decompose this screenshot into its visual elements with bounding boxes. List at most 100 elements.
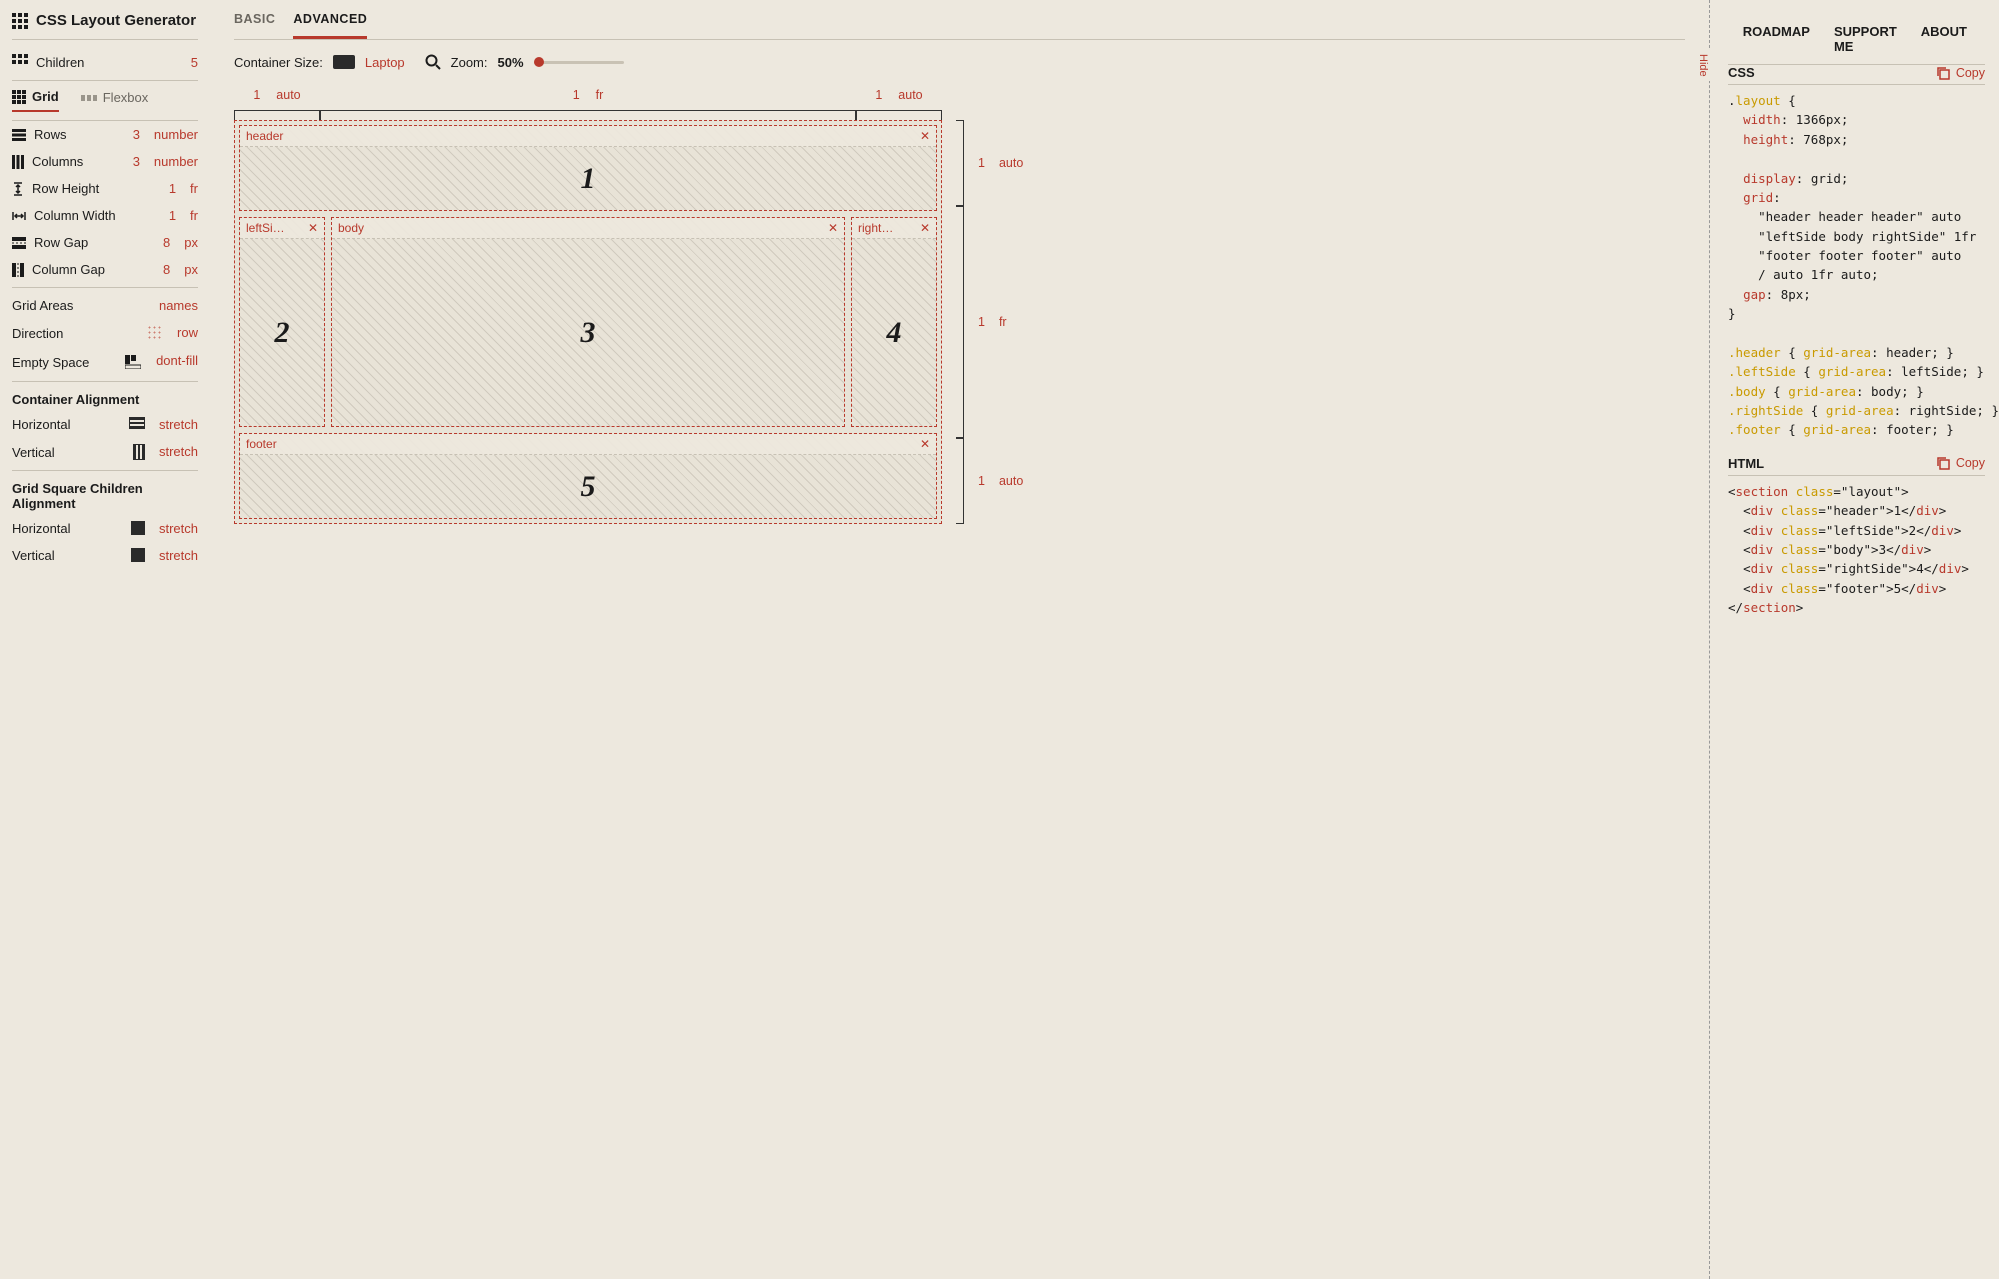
- row-gap-label: Row Gap: [34, 235, 88, 250]
- flexbox-tab-icon: [81, 95, 97, 101]
- row-gap-unit[interactable]: px: [184, 235, 198, 250]
- square-alignment-title: Grid Square Children Alignment: [12, 481, 198, 511]
- cell-body-num: 3: [332, 239, 844, 426]
- copy-html-label: Copy: [1956, 456, 1985, 470]
- tab-flexbox[interactable]: Flexbox: [81, 89, 149, 112]
- children-count[interactable]: 5: [191, 55, 198, 70]
- row-height-icon: [12, 182, 24, 196]
- close-icon[interactable]: ✕: [920, 221, 930, 235]
- cell-right-num: 4: [852, 239, 936, 426]
- row-height-unit[interactable]: fr: [190, 181, 198, 196]
- row-axis-1[interactable]: 1auto: [978, 120, 1038, 206]
- children-grid-icon: [12, 54, 28, 70]
- row-gap-icon: [12, 237, 26, 249]
- laptop-icon: [333, 55, 355, 69]
- stretch-vertical-icon: [133, 444, 145, 460]
- container-alignment-title: Container Alignment: [12, 392, 198, 407]
- grid-areas-value[interactable]: names: [159, 298, 198, 313]
- sa-vertical-value[interactable]: stretch: [159, 548, 198, 563]
- columns-unit[interactable]: number: [154, 154, 198, 169]
- direction-label: Direction: [12, 326, 63, 341]
- stretch-horizontal-icon: [129, 417, 145, 429]
- zoom-slider[interactable]: [534, 61, 624, 64]
- hide-panel-button[interactable]: Hide: [1696, 50, 1710, 81]
- ca-horizontal-value[interactable]: stretch: [159, 417, 198, 432]
- col-gap-count[interactable]: 8: [163, 262, 170, 277]
- nav-about[interactable]: ABOUT: [1921, 24, 1967, 54]
- row-height-count[interactable]: 1: [169, 181, 176, 196]
- copy-icon: [1936, 456, 1950, 470]
- cell-footer-label: footer: [246, 437, 277, 451]
- copy-css-button[interactable]: Copy: [1936, 66, 1985, 80]
- columns-count[interactable]: 3: [133, 154, 140, 169]
- grid-cell-header[interactable]: header✕ 1: [239, 125, 937, 211]
- cell-header-num: 1: [240, 147, 936, 210]
- empty-space-value[interactable]: dont-fill: [156, 353, 198, 371]
- html-code-block: <section class="layout"> <div class="hea…: [1728, 482, 1985, 618]
- col-ruler-3: [856, 110, 942, 120]
- columns-label: Columns: [32, 154, 83, 169]
- sa-vertical-label: Vertical: [12, 548, 55, 563]
- col-gap-unit[interactable]: px: [184, 262, 198, 277]
- col-width-label: Column Width: [34, 208, 116, 223]
- zoom-label: Zoom:: [451, 55, 488, 70]
- grid-areas-label: Grid Areas: [12, 298, 73, 313]
- row-ruler-2: [956, 206, 964, 438]
- close-icon[interactable]: ✕: [920, 437, 930, 451]
- css-code-block: .layout { width: 1366px; height: 768px; …: [1728, 91, 1985, 440]
- direction-value[interactable]: row: [177, 325, 198, 341]
- empty-space-icon: [124, 353, 142, 371]
- row-axis-3[interactable]: 1auto: [978, 438, 1038, 524]
- row-axis-2[interactable]: 1fr: [978, 206, 1038, 438]
- col-axis-1[interactable]: 1auto: [234, 88, 320, 106]
- container-size-label: Container Size:: [234, 55, 323, 70]
- ca-vertical-value[interactable]: stretch: [159, 444, 198, 460]
- close-icon[interactable]: ✕: [920, 129, 930, 143]
- sa-horizontal-value[interactable]: stretch: [159, 521, 198, 536]
- col-width-icon: [12, 210, 26, 222]
- children-label: Children: [36, 55, 84, 70]
- close-icon[interactable]: ✕: [828, 221, 838, 235]
- app-title: CSS Layout Generator: [36, 12, 196, 29]
- grid-tab-icon: [12, 90, 26, 104]
- empty-space-label: Empty Space: [12, 355, 89, 370]
- ca-vertical-label: Vertical: [12, 445, 55, 460]
- grid-cell-footer[interactable]: footer✕ 5: [239, 433, 937, 519]
- tab-grid-label: Grid: [32, 89, 59, 104]
- col-axis-3[interactable]: 1auto: [856, 88, 942, 106]
- rows-unit[interactable]: number: [154, 127, 198, 142]
- rows-count[interactable]: 3: [133, 127, 140, 142]
- grid-cell-rightside[interactable]: right… ✕ 4: [851, 217, 937, 427]
- col-gap-label: Column Gap: [32, 262, 105, 277]
- tab-advanced[interactable]: ADVANCED: [293, 0, 367, 39]
- cell-right-label: right…: [858, 221, 893, 235]
- rows-icon: [12, 129, 26, 141]
- cell-body-label: body: [338, 221, 364, 235]
- copy-html-button[interactable]: Copy: [1936, 456, 1985, 470]
- container-size-value[interactable]: Laptop: [365, 55, 405, 70]
- col-axis-2[interactable]: 1fr: [320, 88, 856, 106]
- css-panel-title: CSS: [1728, 65, 1755, 80]
- tab-grid[interactable]: Grid: [12, 89, 59, 112]
- tab-basic[interactable]: BASIC: [234, 0, 275, 39]
- layout-canvas[interactable]: header✕ 1 leftSi…✕ 2 body ✕ 3 right… ✕ 4 f…: [234, 120, 942, 524]
- col-width-count[interactable]: 1: [169, 208, 176, 223]
- nav-support[interactable]: SUPPORT ME: [1834, 24, 1897, 54]
- square-horizontal-icon: [131, 521, 145, 535]
- sa-horizontal-label: Horizontal: [12, 521, 71, 536]
- grid-cell-leftside[interactable]: leftSi…✕ 2: [239, 217, 325, 427]
- columns-icon: [12, 155, 24, 169]
- col-ruler-1: [234, 110, 320, 120]
- rows-label: Rows: [34, 127, 67, 142]
- nav-roadmap[interactable]: ROADMAP: [1743, 24, 1810, 54]
- cell-left-num: 2: [240, 239, 324, 426]
- grid-cell-body[interactable]: body ✕ 3: [331, 217, 845, 427]
- search-icon: [425, 54, 441, 70]
- close-icon[interactable]: ✕: [308, 221, 318, 235]
- row-gap-count[interactable]: 8: [163, 235, 170, 250]
- row-ruler-1: [956, 120, 964, 206]
- html-panel-title: HTML: [1728, 456, 1764, 471]
- copy-css-label: Copy: [1956, 66, 1985, 80]
- zoom-slider-thumb[interactable]: [534, 57, 544, 67]
- col-width-unit[interactable]: fr: [190, 208, 198, 223]
